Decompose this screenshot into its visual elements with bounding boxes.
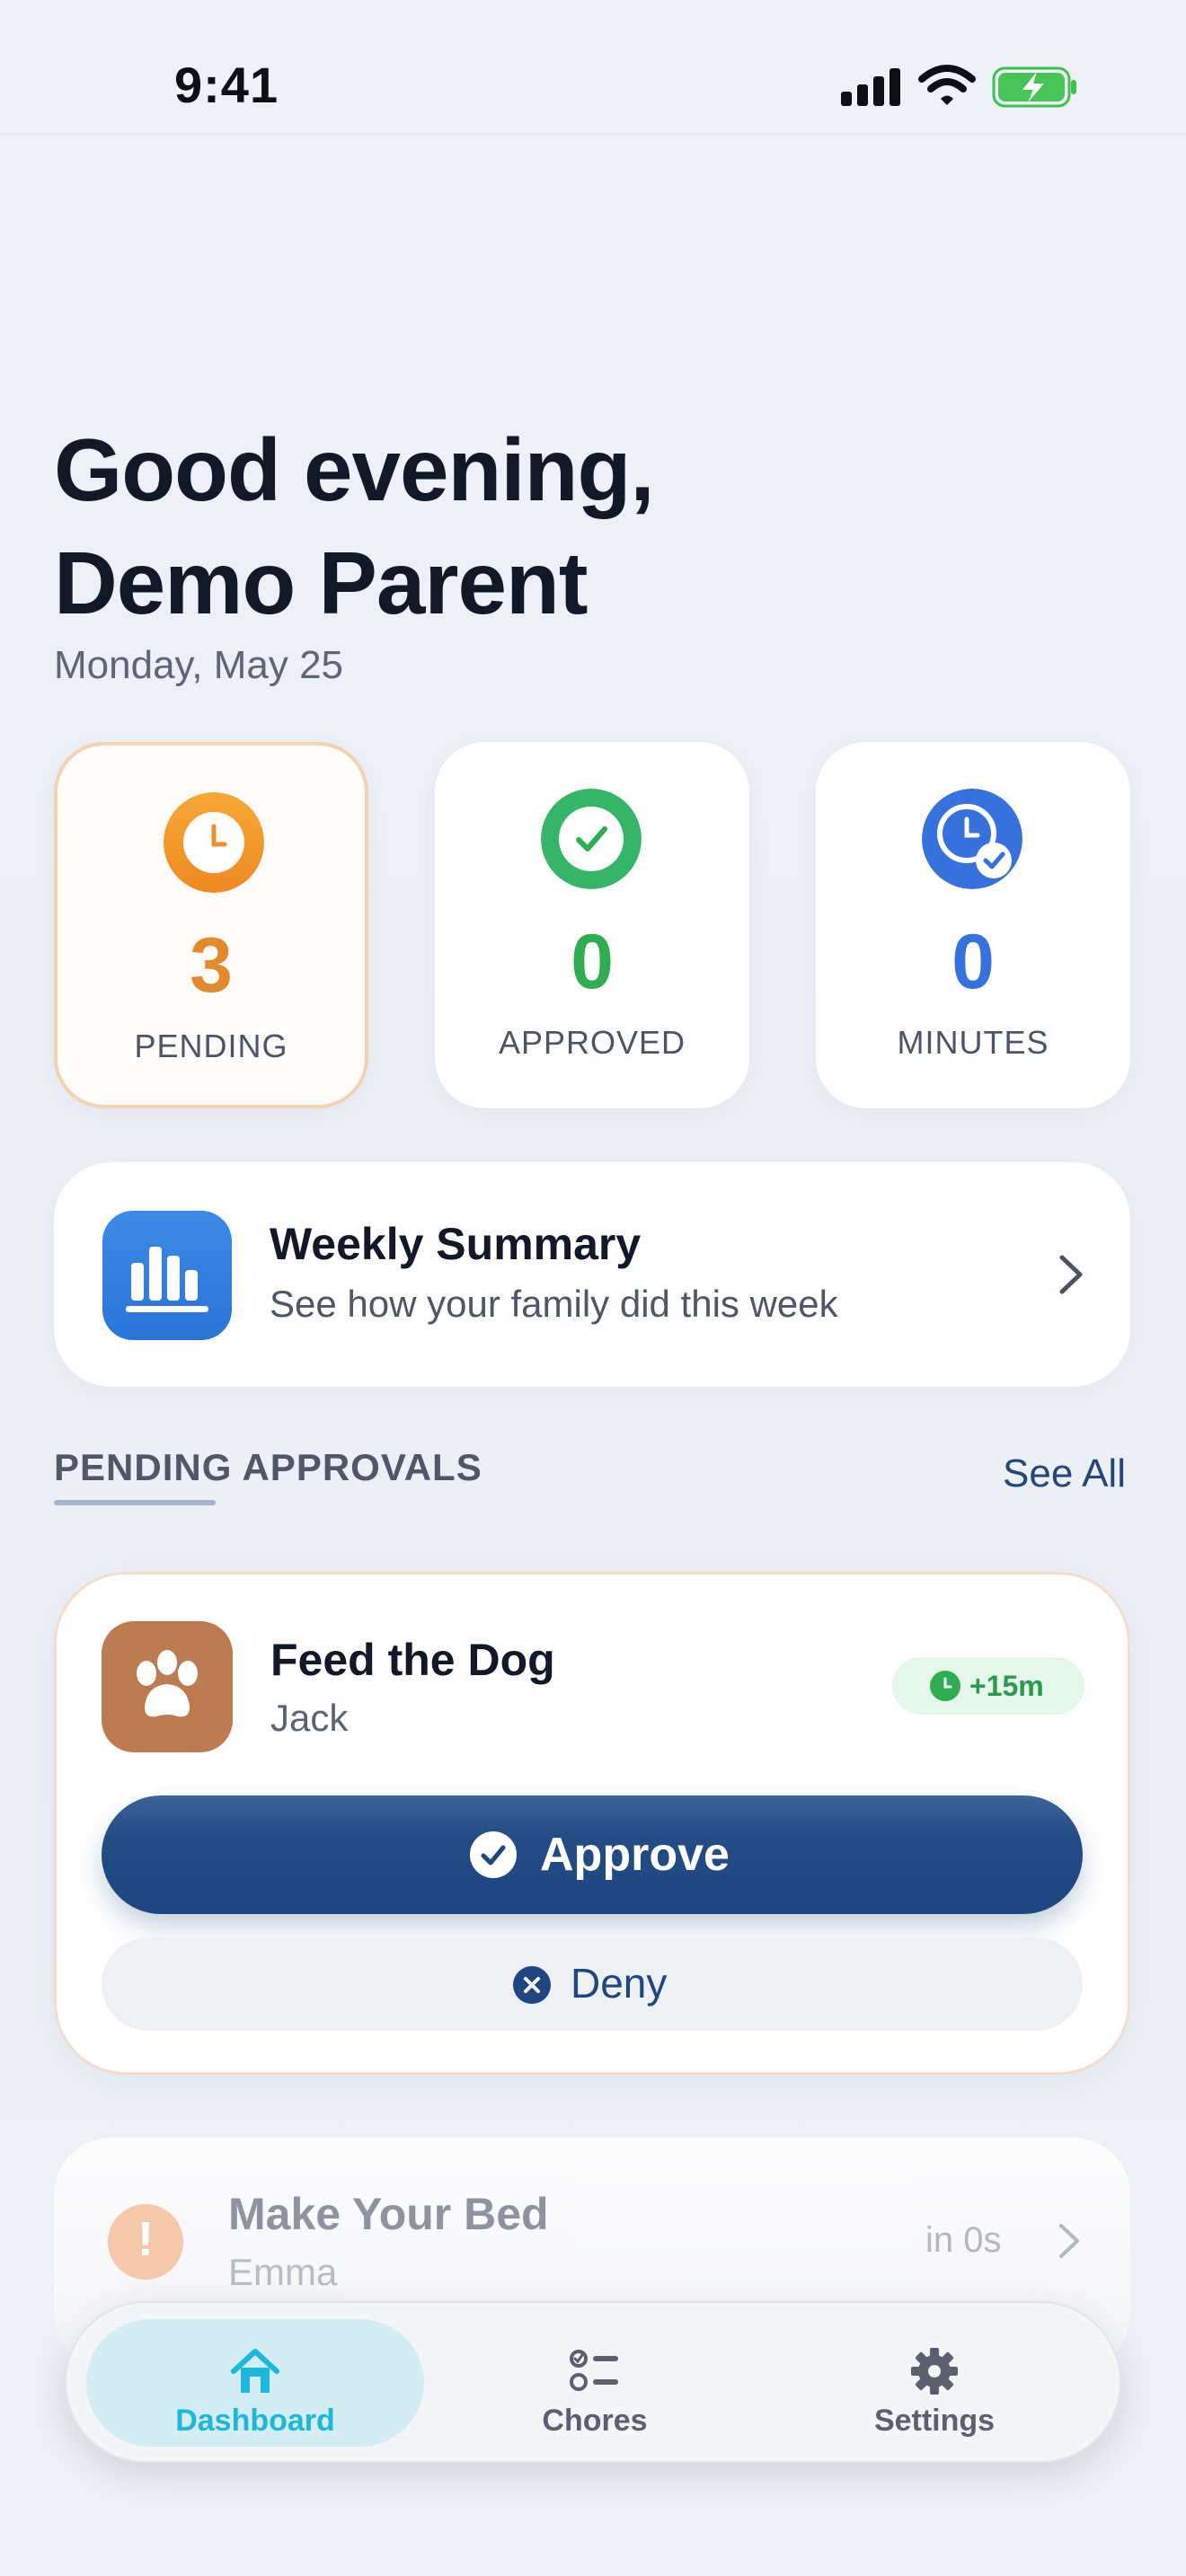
home-icon bbox=[231, 2349, 279, 2393]
pending-count: 3 bbox=[190, 922, 233, 1009]
date-label: Monday, May 25 bbox=[54, 643, 344, 687]
approve-label: Approve bbox=[540, 1829, 730, 1881]
x-circle-icon bbox=[513, 1966, 551, 2004]
tab-chores[interactable]: Chores bbox=[426, 2319, 764, 2447]
chevron-right-icon bbox=[1059, 1255, 1083, 1294]
dashboard-screen: 9:41 Good evening, Demo Parent Monday, M… bbox=[0, 0, 1186, 2576]
paw-icon bbox=[102, 1621, 233, 1752]
chore-title: Feed the Dog bbox=[270, 1635, 555, 1685]
check-icon bbox=[470, 1831, 517, 1878]
tab-settings[interactable]: Settings bbox=[766, 2319, 1103, 2447]
section-underline bbox=[54, 1500, 216, 1505]
stat-card-minutes[interactable]: 0 MINUTES bbox=[816, 742, 1130, 1108]
greeting-line-1: Good evening, bbox=[54, 420, 655, 519]
approval-card: Feed the Dog Jack +15m Approve Deny bbox=[54, 1572, 1130, 2075]
stat-card-pending[interactable]: 3 PENDING bbox=[54, 742, 368, 1108]
greeting-line-2: Demo Parent bbox=[54, 534, 589, 632]
reward-minutes: +15m bbox=[969, 1670, 1044, 1702]
tab-dashboard[interactable]: Dashboard bbox=[86, 2319, 424, 2447]
tab-dashboard-label: Dashboard bbox=[175, 2404, 335, 2438]
check-circle-icon bbox=[541, 789, 642, 889]
pending-item-title: Make Your Bed bbox=[228, 2189, 549, 2239]
tab-bar: Dashboard Chores Settings bbox=[65, 2301, 1121, 2463]
weekly-summary-title: Weekly Summary bbox=[270, 1219, 642, 1269]
greeting-title: Good evening, Demo Parent bbox=[54, 413, 655, 640]
weekly-summary-card[interactable]: Weekly Summary See how your family did t… bbox=[54, 1162, 1130, 1387]
approve-button[interactable]: Approve bbox=[102, 1795, 1083, 1914]
deny-label: Deny bbox=[571, 1960, 668, 2007]
pending-item-time: in 0s bbox=[925, 2220, 1002, 2260]
status-bar: 9:41 bbox=[0, 0, 1186, 135]
chore-assignee: Jack bbox=[270, 1697, 349, 1739]
approved-count: 0 bbox=[571, 919, 614, 1005]
pending-label: PENDING bbox=[134, 1028, 288, 1064]
header-strip bbox=[0, 144, 1186, 171]
minutes-label: MINUTES bbox=[897, 1024, 1049, 1061]
alert-icon: ! bbox=[108, 2204, 183, 2280]
gear-icon bbox=[911, 2348, 958, 2395]
stat-card-approved[interactable]: 0 APPROVED bbox=[435, 742, 749, 1108]
battery-charging-icon bbox=[992, 66, 1076, 108]
clock-icon bbox=[164, 792, 264, 893]
reward-badge: +15m bbox=[892, 1657, 1084, 1715]
minutes-count: 0 bbox=[951, 919, 995, 1005]
wifi-icon bbox=[918, 65, 976, 105]
cellular-signal-icon bbox=[841, 66, 902, 106]
chevron-right-icon bbox=[1059, 2224, 1079, 2258]
tab-chores-label: Chores bbox=[542, 2404, 648, 2438]
weekly-summary-subtitle: See how your family did this week bbox=[270, 1283, 838, 1325]
see-all-link[interactable]: See All bbox=[1003, 1451, 1126, 1496]
pending-approvals-heading: PENDING APPROVALS bbox=[54, 1446, 482, 1488]
deny-button[interactable]: Deny bbox=[102, 1937, 1083, 2031]
clock-check-icon bbox=[922, 789, 1022, 889]
approved-label: APPROVED bbox=[498, 1024, 686, 1061]
pending-item-assignee: Emma bbox=[228, 2251, 338, 2293]
reward-clock-icon bbox=[930, 1671, 960, 1701]
tab-settings-label: Settings bbox=[873, 2404, 996, 2438]
list-icon bbox=[570, 2350, 618, 2391]
bar-chart-icon bbox=[102, 1211, 232, 1340]
status-time: 9:41 bbox=[174, 57, 279, 113]
